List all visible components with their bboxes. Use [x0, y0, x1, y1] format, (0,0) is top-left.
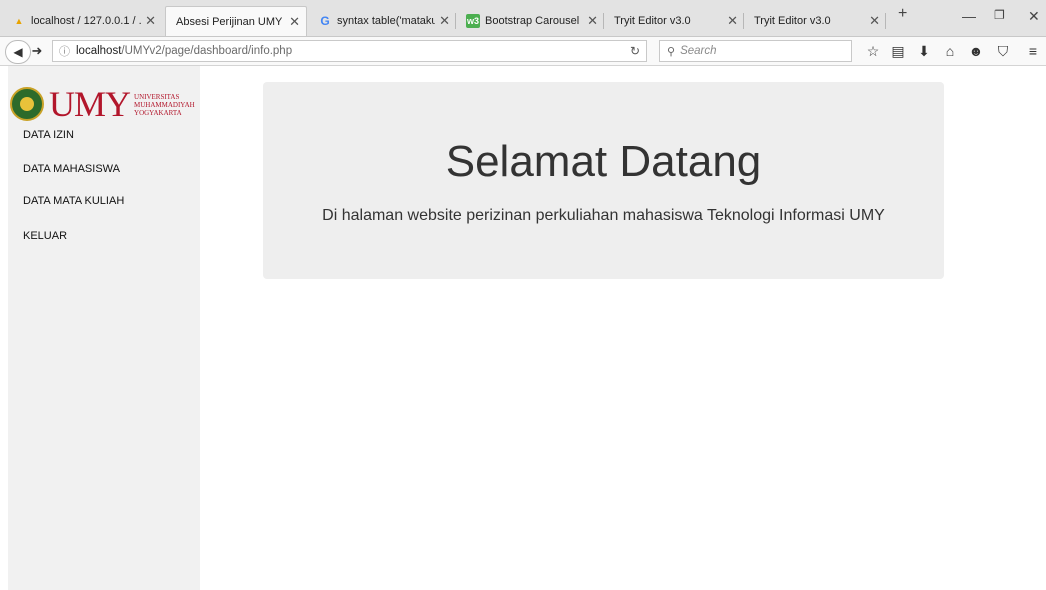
page-title: Selamat Datang [445, 137, 762, 186]
logo-subtitle: UNIVERSITAS MUHAMMADIYAH YOGYAKARTA [134, 93, 195, 117]
umy-logo[interactable]: UMY UNIVERSITAS MUHAMMADIYAH YOGYAKARTA [8, 84, 200, 124]
search-icon: ⚲ [667, 45, 676, 58]
close-icon[interactable]: ✕ [289, 14, 300, 30]
pocket-icon[interactable]: ⛉ [994, 43, 1012, 60]
bookmark-star-icon[interactable]: ☆ [864, 43, 882, 60]
w3schools-icon: w3 [466, 14, 480, 28]
welcome-jumbotron: Selamat Datang Di halaman website perizi… [263, 82, 944, 279]
tab-phpmyadmin[interactable]: ▲ localhost / 127.0.0.1 / ... ✕ [2, 6, 162, 36]
sidebar-item-keluar[interactable]: KELUAR [23, 230, 67, 242]
tab-separator [885, 13, 886, 29]
sidebar: UMY UNIVERSITAS MUHAMMADIYAH YOGYAKARTA … [8, 66, 200, 590]
tab-title: localhost / 127.0.0.1 / ... [31, 15, 142, 27]
new-tab-icon[interactable]: + [898, 5, 907, 23]
tab-title: Absesi Perijinan UMY [176, 15, 283, 28]
logo-subtitle-line: UNIVERSITAS [134, 93, 180, 101]
info-icon[interactable]: ⓘ [59, 43, 70, 59]
search-placeholder: Search [680, 45, 717, 57]
tab-tryit-editor-1[interactable]: Tryit Editor v3.0 ✕ [604, 6, 744, 36]
minimize-icon[interactable]: — [962, 8, 976, 24]
browser-nav-bar: ◀ ➜ ⓘ localhost /UMYv2/page/dashboard/in… [0, 37, 1046, 66]
menu-hamburger-icon[interactable]: ≡ [1024, 43, 1042, 59]
browser-tab-strip: ▲ localhost / 127.0.0.1 / ... ✕ Absesi P… [0, 0, 1046, 37]
tab-title: Tryit Editor v3.0 [754, 15, 831, 27]
close-icon[interactable]: ✕ [727, 13, 738, 29]
reload-icon[interactable]: ↻ [630, 44, 640, 58]
tab-absesi-perijinan[interactable]: Absesi Perijinan UMY ✕ [165, 6, 307, 36]
url-path: /UMYv2/page/dashboard/info.php [121, 45, 293, 57]
tab-title: Tryit Editor v3.0 [614, 15, 691, 27]
tab-title: Bootstrap Carousel [485, 15, 580, 27]
umy-seal-icon [10, 87, 44, 121]
emoji-icon[interactable]: ☻ [967, 43, 985, 59]
search-input[interactable]: ⚲ Search [659, 40, 852, 62]
google-icon: G [320, 14, 330, 28]
tab-title: syntax table('matakuli... [337, 15, 436, 27]
sidebar-item-data-mahasiswa[interactable]: DATA MAHASISWA [23, 163, 120, 175]
close-icon[interactable]: ✕ [587, 13, 598, 29]
url-bar[interactable]: ⓘ localhost /UMYv2/page/dashboard/info.p… [52, 40, 647, 62]
close-icon[interactable]: ✕ [439, 13, 450, 29]
close-icon[interactable]: ✕ [869, 13, 880, 29]
forward-arrow-icon[interactable]: ➜ [28, 40, 46, 62]
sidebar-item-data-mata-kuliah[interactable]: DATA MATA KULIAH [23, 195, 124, 207]
bookmarks-library-icon[interactable]: ▤ [889, 43, 907, 60]
home-icon[interactable]: ⌂ [941, 43, 959, 59]
logo-subtitle-line: MUHAMMADIYAH [134, 101, 195, 109]
sidebar-item-data-izin[interactable]: DATA IZIN [23, 129, 74, 141]
tab-tryit-editor-2[interactable]: Tryit Editor v3.0 ✕ [744, 6, 886, 36]
download-icon[interactable]: ⬇ [915, 43, 933, 60]
url-host: localhost [76, 45, 122, 57]
logo-wordmark: UMY [49, 84, 131, 124]
logo-subtitle-line: YOGYAKARTA [134, 109, 182, 117]
tab-bootstrap-carousel[interactable]: w3 Bootstrap Carousel ✕ [456, 6, 604, 36]
restore-icon[interactable]: ❐ [994, 8, 1005, 22]
close-window-icon[interactable]: ✕ [1028, 8, 1040, 25]
phpmyadmin-icon: ▲ [14, 16, 24, 26]
close-icon[interactable]: ✕ [145, 13, 156, 29]
tab-google-search[interactable]: G syntax table('matakuli... ✕ [308, 6, 456, 36]
welcome-lead-text: Di halaman website perizinan perkuliahan… [322, 207, 885, 224]
